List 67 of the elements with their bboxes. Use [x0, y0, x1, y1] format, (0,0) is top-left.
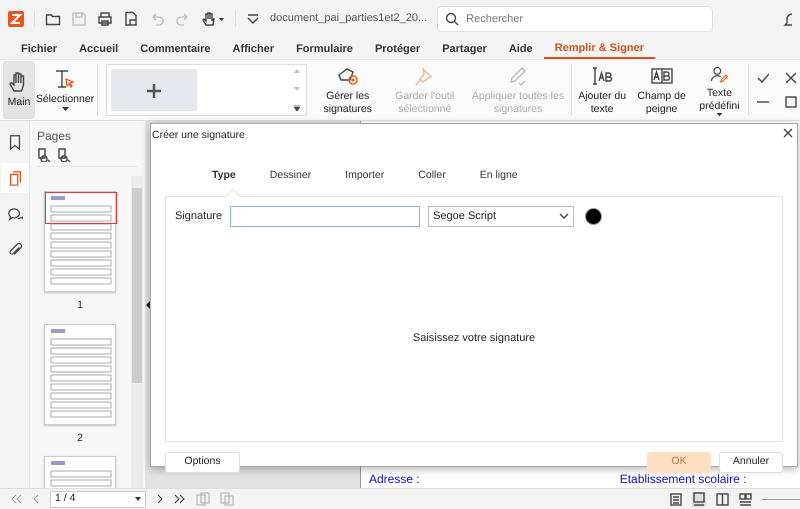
dialog-button[interactable]: Options	[165, 452, 240, 473]
panel-title: Pages	[37, 128, 72, 145]
zoom-out-pages-icon[interactable]	[37, 148, 51, 162]
two-page-continuous-icon[interactable]	[739, 492, 752, 506]
next-page-icon[interactable]	[156, 494, 164, 504]
ribbon-button[interactable]: Ajouter du texte	[574, 61, 630, 119]
last-page-icon[interactable]	[174, 494, 186, 504]
dialog-tab[interactable]: En ligne	[474, 166, 524, 186]
document-icon[interactable]	[123, 10, 139, 26]
collapse-caret-icon[interactable]	[246, 12, 260, 26]
expand-icon[interactable]	[294, 105, 300, 111]
square-icon[interactable]	[784, 96, 797, 108]
page-number: 2	[77, 430, 83, 446]
document-text: Etablissement scolaire :	[620, 471, 746, 488]
menu-tab[interactable]: Partager	[431, 39, 498, 59]
cross-icon[interactable]	[784, 72, 797, 84]
font-dropdown[interactable]: Segoe Script	[428, 206, 574, 227]
menu-tab[interactable]: Accueil	[68, 39, 130, 59]
previous-page-icon[interactable]	[32, 494, 40, 504]
search-field[interactable]: Rechercher	[437, 6, 714, 32]
ribbon-button[interactable]: Main	[3, 61, 35, 119]
zoom-in-pages-icon[interactable]	[56, 148, 70, 162]
first-page-icon[interactable]	[10, 494, 22, 504]
plus-icon	[146, 82, 162, 99]
text-ab-icon	[590, 65, 614, 87]
ribbon-button[interactable]: Champ de peigne	[630, 61, 693, 119]
collapse-arrow-icon[interactable]	[146, 301, 150, 309]
menu-tab[interactable]: Commentaire	[129, 39, 222, 59]
dialog-button[interactable]: Annuler	[719, 452, 783, 473]
text-cursor-icon	[53, 68, 77, 90]
single-page-icon[interactable]	[670, 492, 682, 506]
dialog-tab[interactable]: Importer	[339, 166, 390, 186]
dialog-tab[interactable]: Coller	[412, 166, 452, 186]
app-logo-icon[interactable]	[8, 10, 24, 26]
document-filename: document_pai_parties1et2_20...	[270, 11, 428, 26]
ribbon-button[interactable]: Sélectionner	[35, 61, 95, 119]
caret-icon	[135, 497, 141, 501]
menu-tab[interactable]: Fichier	[10, 39, 68, 59]
page-number: 1	[77, 298, 83, 313]
continuous-page-icon[interactable]	[692, 492, 706, 506]
menu-tab[interactable]: Aide	[498, 39, 544, 59]
dialog-title: Créer une signature	[152, 128, 245, 143]
signature-input[interactable]	[230, 206, 420, 227]
hand-dropdown-icon[interactable]	[201, 10, 225, 26]
page-selector[interactable]: 1 / 4	[50, 490, 146, 508]
dialog-tab[interactable]: Type	[206, 166, 242, 186]
scrollbar[interactable]	[131, 176, 143, 488]
menu-tab[interactable]: Afficher	[222, 39, 286, 59]
menu-tab[interactable]: Protéger	[364, 39, 432, 59]
print-icon[interactable]	[97, 10, 113, 26]
close-icon[interactable]	[783, 128, 793, 138]
search-icon	[445, 12, 460, 26]
viewport-indicator	[45, 192, 117, 224]
field-label: Signature	[175, 209, 222, 224]
color-swatch[interactable]	[584, 208, 602, 225]
ribbon-button[interactable]: Texte prédéfini	[692, 61, 746, 119]
chevron-icon	[559, 213, 570, 220]
ribbon-button[interactable]: Gérer les signatures	[312, 61, 383, 119]
dialog-tab[interactable]: Dessiner	[264, 166, 318, 186]
sidebar-tab[interactable]	[1, 163, 29, 193]
check-icon[interactable]	[756, 72, 769, 84]
document-text: Adresse :	[369, 471, 420, 488]
menu-tab[interactable]: Formulaire	[285, 39, 364, 59]
signature-prompt: Saisissez votre signature	[412, 330, 536, 346]
two-page-icon[interactable]	[716, 492, 729, 506]
bookmark-icon	[7, 133, 23, 151]
pages-icon	[7, 169, 23, 187]
